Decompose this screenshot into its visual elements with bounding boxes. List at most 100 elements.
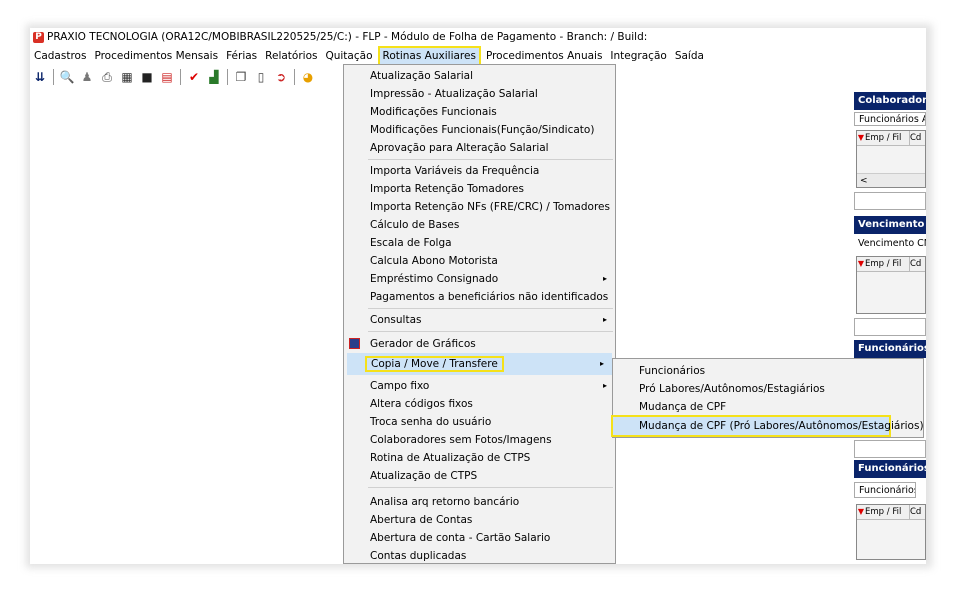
menu-integracao[interactable]: Integração <box>606 46 670 66</box>
menu-separator <box>368 487 613 488</box>
menu-item-analisa-arq-retorno[interactable]: Analisa arq retorno bancário <box>344 493 615 511</box>
section-header-colaboradores: Colaboradores <box>854 92 926 110</box>
section-header-vencimento: Vencimento d <box>854 216 926 234</box>
tab-funcionarios-afastados[interactable]: Funcionários Afa <box>854 112 926 126</box>
column-cd[interactable]: Cd <box>910 257 925 271</box>
sort-arrow-icon[interactable]: ▼ <box>857 257 865 271</box>
submenu-item-funcionarios[interactable]: Funcionários <box>613 362 923 380</box>
menu-item-abertura-conta-cartao[interactable]: Abertura de conta - Cartão Salario <box>344 529 615 547</box>
toolbar-separator <box>227 69 228 85</box>
export-icon[interactable]: ➲ <box>273 69 289 85</box>
toolbar: ⇊ 🔍 ♟ ⎙ ▦ ■ ▤ ✔ ▟ ❐ ▯ ➲ ◕ <box>30 66 350 88</box>
submenu-arrow-icon: ▸ <box>602 315 607 324</box>
menu-item-modificacoes-funcionais-funcao[interactable]: Modificações Funcionais(Função/Sindicato… <box>344 121 615 139</box>
submenu-item-pro-labores[interactable]: Pró Labores/Autônomos/Estagiários <box>613 380 923 398</box>
field-box <box>854 318 926 336</box>
rotinas-auxiliares-dropdown: Atualização Salarial Impressão - Atualiz… <box>343 64 616 564</box>
menu-separator <box>368 159 613 160</box>
sort-arrow-icon[interactable]: ▼ <box>857 131 865 145</box>
menu-item-escala-de-folga[interactable]: Escala de Folga <box>344 234 615 252</box>
menu-separator <box>368 308 613 309</box>
menu-procedimentos-anuais[interactable]: Procedimentos Anuais <box>482 46 606 66</box>
menu-item-importa-retencao-nfs[interactable]: Importa Retenção NFs (FRE/CRC) / Tomador… <box>344 198 615 216</box>
column-emp-fil[interactable]: Emp / Fil <box>865 505 910 519</box>
menu-item-atualizacao-salarial[interactable]: Atualização Salarial <box>344 67 615 85</box>
menu-item-copia-move-transfere[interactable]: Copia / Move / Transfere ▸ <box>347 353 612 375</box>
field-box <box>854 440 926 458</box>
submenu-item-mudanca-cpf-pro-labores[interactable]: Mudança de CPF (Pró Labores/Autônomos/Es… <box>611 415 924 437</box>
menu-rotinas-auxiliares[interactable]: Rotinas Auxiliares <box>377 46 481 66</box>
grid-funcionarios: ▼ Emp / Fil Cd <box>856 504 926 560</box>
menu-item-atualizacao-ctps[interactable]: Atualização de CTPS <box>344 467 615 485</box>
submenu-arrow-icon: ▸ <box>602 274 607 283</box>
menu-item-contas-duplicadas[interactable]: Contas duplicadas <box>344 547 615 564</box>
menu-item-label: Gerador de Gráficos <box>370 338 476 350</box>
checkmark-icon[interactable]: ✔ <box>186 69 202 85</box>
tab-funcionarios[interactable]: Funcionários <box>854 482 916 498</box>
title-bar: P PRAXIO TECNOLOGIA (ORA12C/MOBIBRASIL22… <box>30 28 926 46</box>
menu-item-emprestimo-consignado[interactable]: Empréstimo Consignado ▸ <box>344 270 615 288</box>
column-cd[interactable]: Cd <box>910 131 925 145</box>
column-emp-fil[interactable]: Emp / Fil <box>865 131 910 145</box>
down-arrows-icon[interactable]: ⇊ <box>32 69 48 85</box>
scroll-left-icon[interactable]: < <box>860 176 868 186</box>
submenu-item-mudanca-cpf[interactable]: Mudança de CPF <box>613 398 923 416</box>
menu-item-consultas[interactable]: Consultas ▸ <box>344 311 615 329</box>
calculator-icon[interactable]: ▦ <box>119 69 135 85</box>
menu-item-importa-retencao-tomadores[interactable]: Importa Retenção Tomadores <box>344 180 615 198</box>
pie-chart-icon[interactable]: ◕ <box>300 69 316 85</box>
section-header-funcionarios-2: Funcionários c <box>854 460 926 478</box>
menu-relatorios[interactable]: Relatórios <box>261 46 321 66</box>
menu-item-label: Copia / Move / Transfere <box>365 356 504 372</box>
menu-item-impressao-atualizacao-salarial[interactable]: Impressão - Atualização Salarial <box>344 85 615 103</box>
menu-bar: Cadastros Procedimentos Mensais Férias R… <box>30 46 926 66</box>
app-window: P PRAXIO TECNOLOGIA (ORA12C/MOBIBRASIL22… <box>30 28 926 564</box>
menu-saida[interactable]: Saída <box>671 46 708 66</box>
menu-item-abertura-de-contas[interactable]: Abertura de Contas <box>344 511 615 529</box>
menu-item-calculo-de-bases[interactable]: Cálculo de Bases <box>344 216 615 234</box>
menu-item-altera-codigos-fixos[interactable]: Altera códigos fixos <box>344 395 615 413</box>
horizontal-scrollbar[interactable]: < <box>857 173 925 187</box>
app-logo-icon: P <box>33 31 44 43</box>
column-cd[interactable]: Cd <box>910 505 925 519</box>
field-box <box>854 192 926 210</box>
menu-item-troca-senha[interactable]: Troca senha do usuário <box>344 413 615 431</box>
save-icon[interactable]: ■ <box>139 69 155 85</box>
report-icon[interactable]: ▤ <box>159 69 175 85</box>
grid-header: ▼ Emp / Fil Cd <box>857 131 925 146</box>
menu-item-label: Empréstimo Consignado <box>370 273 499 285</box>
menu-procedimentos-mensais[interactable]: Procedimentos Mensais <box>90 46 222 66</box>
toolbar-separator <box>294 69 295 85</box>
document-icon[interactable]: ▯ <box>253 69 269 85</box>
menu-item-rotina-atualizacao-ctps[interactable]: Rotina de Atualização de CTPS <box>344 449 615 467</box>
bar-chart-icon <box>349 338 360 349</box>
menu-item-modificacoes-funcionais[interactable]: Modificações Funcionais <box>344 103 615 121</box>
search-icon[interactable]: 🔍 <box>59 69 75 85</box>
copia-move-transfere-submenu: Funcionários Pró Labores/Autônomos/Estag… <box>611 358 924 438</box>
copy-icon[interactable]: ❐ <box>233 69 249 85</box>
menu-item-label: Consultas <box>370 314 422 326</box>
menu-item-campo-fixo[interactable]: Campo fixo ▸ <box>344 377 615 395</box>
grid-colaboradores: ▼ Emp / Fil Cd < <box>856 130 926 188</box>
chart-icon[interactable]: ▟ <box>206 69 222 85</box>
menu-item-gerador-de-graficos[interactable]: Gerador de Gráficos <box>344 335 615 353</box>
users-icon[interactable]: ♟ <box>79 69 95 85</box>
column-emp-fil[interactable]: Emp / Fil <box>865 257 910 271</box>
menu-item-pagamentos-nao-identificados[interactable]: Pagamentos a beneficiários não identific… <box>344 288 615 306</box>
submenu-arrow-icon: ▸ <box>602 381 607 390</box>
section-header-funcionarios: Funcionários c <box>854 340 926 358</box>
menu-item-importa-variaveis[interactable]: Importa Variáveis da Frequência <box>344 162 615 180</box>
menu-quitacao[interactable]: Quitação <box>321 46 376 66</box>
menu-item-colaboradores-sem-fotos[interactable]: Colaboradores sem Fotos/Imagens <box>344 431 615 449</box>
menu-item-aprovacao-alteracao-salarial[interactable]: Aprovação para Alteração Salarial <box>344 139 615 157</box>
sort-arrow-icon[interactable]: ▼ <box>857 505 865 519</box>
menu-cadastros[interactable]: Cadastros <box>30 46 90 66</box>
printer-icon[interactable]: ⎙ <box>99 69 115 85</box>
menu-item-calcula-abono-motorista[interactable]: Calcula Abono Motorista <box>344 252 615 270</box>
window-title: PRAXIO TECNOLOGIA (ORA12C/MOBIBRASIL2205… <box>47 31 648 43</box>
menu-ferias[interactable]: Férias <box>222 46 261 66</box>
dashboard-panel: Colaboradores Funcionários Afa ▼ Emp / F… <box>854 88 926 564</box>
toolbar-separator <box>53 69 54 85</box>
label-vencimento-cnh: Vencimento CNH <box>858 238 926 249</box>
menu-item-label: Campo fixo <box>370 380 430 392</box>
